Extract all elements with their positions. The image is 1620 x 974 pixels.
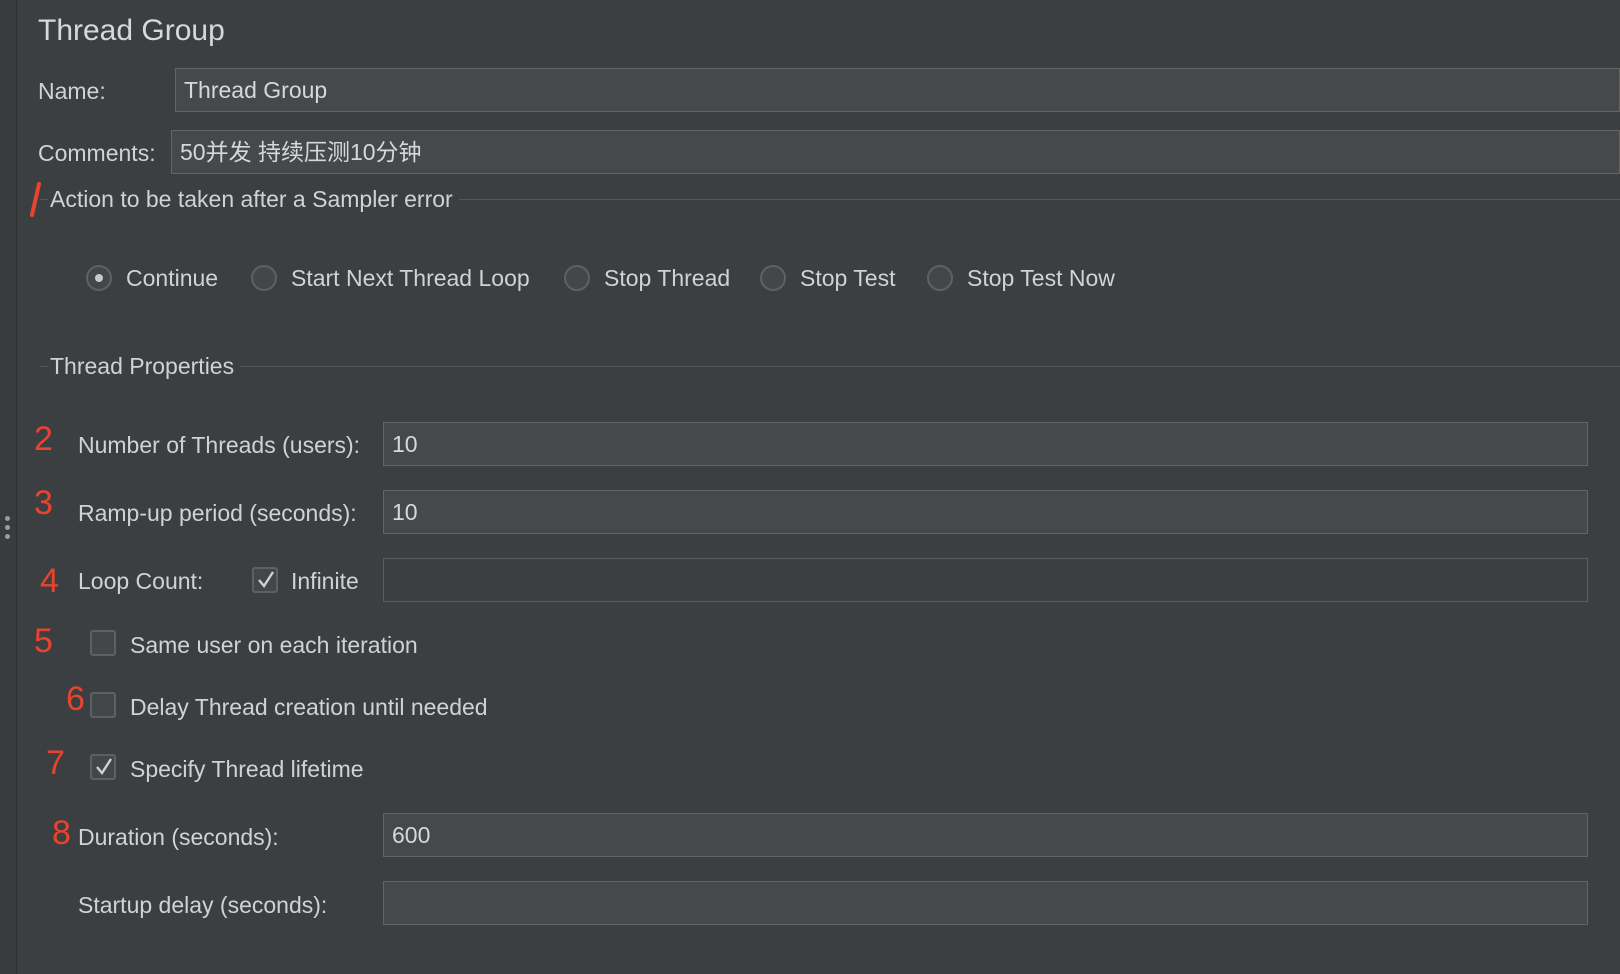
duration-label: Duration (seconds): — [78, 824, 279, 850]
radio-stop-thread-label: Stop Thread — [604, 264, 731, 291]
loop-count-label: Loop Count: — [78, 568, 204, 594]
thread-properties-group-title: Thread Properties — [48, 353, 241, 380]
ramp-up-label: Ramp-up period (seconds): — [78, 500, 357, 526]
radio-unselected-icon — [251, 265, 277, 291]
annotation-5: 5 — [34, 622, 53, 660]
delay-thread-label: Delay Thread creation until needed — [130, 694, 488, 720]
startup-delay-field[interactable] — [383, 881, 1588, 925]
delay-thread-checkbox[interactable] — [90, 692, 116, 718]
annotation-slash-icon — [30, 182, 41, 217]
loop-count-field — [383, 558, 1588, 602]
radio-stop-test-now-label: Stop Test Now — [967, 264, 1115, 291]
duration-field[interactable]: 600 — [383, 813, 1588, 857]
ramp-up-field[interactable]: 10 — [383, 490, 1588, 534]
splitter-handle-icon[interactable] — [5, 516, 11, 542]
radio-unselected-icon — [927, 265, 953, 291]
num-threads-field[interactable]: 10 — [383, 422, 1588, 466]
same-user-label: Same user on each iteration — [130, 632, 418, 658]
radio-selected-icon — [86, 265, 112, 291]
radio-start-next-thread-loop[interactable]: Start Next Thread Loop — [251, 262, 530, 294]
num-threads-label: Number of Threads (users): — [78, 432, 361, 458]
specify-lifetime-label: Specify Thread lifetime — [130, 756, 364, 782]
comments-field[interactable]: 50并发 持续压测10分钟 — [171, 130, 1620, 174]
radio-stop-test-now[interactable]: Stop Test Now — [927, 262, 1115, 294]
checkmark-icon — [96, 758, 113, 776]
specify-lifetime-checkbox[interactable] — [90, 754, 116, 780]
annotation-6: 6 — [66, 680, 85, 718]
same-user-checkbox[interactable] — [90, 630, 116, 656]
annotation-4: 4 — [40, 562, 59, 600]
radio-stop-test[interactable]: Stop Test — [760, 262, 895, 294]
sampler-error-group-title: Action to be taken after a Sampler error — [48, 186, 459, 213]
infinite-checkbox[interactable] — [252, 567, 278, 593]
startup-delay-label: Startup delay (seconds): — [78, 892, 328, 918]
radio-start-next-thread-loop-label: Start Next Thread Loop — [291, 264, 530, 291]
thread-properties-group-border — [40, 366, 1620, 367]
thread-group-panel: Thread Group Name: Thread Group Comments… — [0, 0, 1620, 974]
annotation-7: 7 — [46, 744, 65, 782]
radio-continue-label: Continue — [126, 264, 219, 291]
panel-title: Thread Group — [38, 14, 225, 47]
radio-unselected-icon — [760, 265, 786, 291]
annotation-2: 2 — [34, 420, 53, 458]
infinite-label: Infinite — [291, 568, 359, 594]
annotation-8: 8 — [52, 814, 71, 852]
annotation-3: 3 — [34, 484, 53, 522]
radio-continue[interactable]: Continue — [86, 262, 218, 294]
radio-stop-thread[interactable]: Stop Thread — [564, 262, 730, 294]
name-label: Name: — [38, 78, 106, 104]
comments-label: Comments: — [38, 140, 156, 166]
checkmark-icon — [258, 571, 275, 589]
name-field[interactable]: Thread Group — [175, 68, 1620, 112]
radio-unselected-icon — [564, 265, 590, 291]
radio-stop-test-label: Stop Test — [800, 264, 896, 291]
left-gutter — [0, 0, 17, 974]
